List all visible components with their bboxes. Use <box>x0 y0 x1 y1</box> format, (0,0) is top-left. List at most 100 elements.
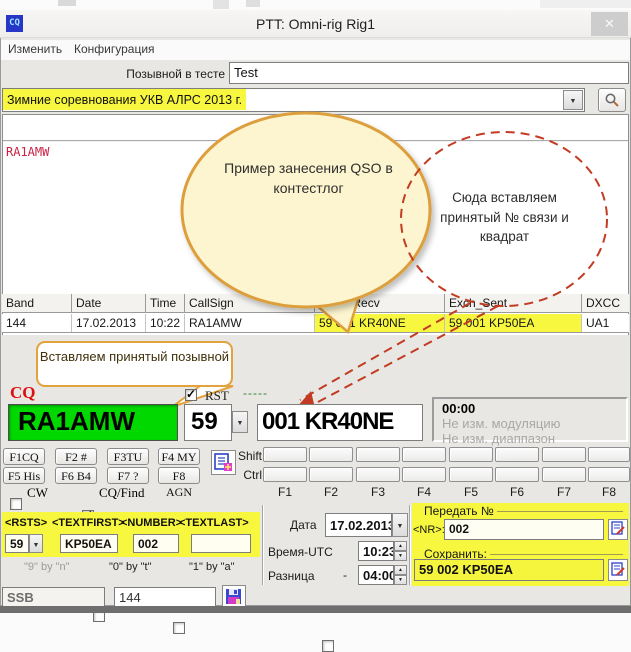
ctrl-f6-button[interactable] <box>495 467 539 482</box>
shift-f8-button[interactable] <box>588 447 630 462</box>
textlast-input[interactable] <box>191 534 251 553</box>
save-icon <box>225 588 243 606</box>
date-input[interactable]: 17.02.2013 <box>325 513 392 537</box>
textfirst-input[interactable]: KP50EA <box>60 534 118 553</box>
diff-checkbox[interactable] <box>322 640 334 652</box>
ctrl-f7-button[interactable] <box>542 467 586 482</box>
date-dropdown-icon[interactable]: ▼ <box>392 513 408 537</box>
cw-checkbox[interactable] <box>10 498 22 510</box>
column-header[interactable]: CallSign <box>185 294 315 313</box>
shift-f1-button[interactable] <box>263 447 307 462</box>
f3tu-button[interactable]: F3TU <box>107 448 149 465</box>
ctrl-f2-button[interactable] <box>309 467 353 482</box>
diff-minus: - <box>343 568 347 582</box>
column-header[interactable]: Time <box>146 294 185 313</box>
nr-input[interactable]: 002 <box>444 519 604 540</box>
screenshot-root: CQ PTT: Omni-rig Rig1 ✕ Изменить Конфигу… <box>0 0 631 613</box>
exchange-input[interactable]: 001 KR40NE <box>257 404 423 441</box>
f6b4-button[interactable]: F6 B4 <box>55 467 97 484</box>
test-callsign-input[interactable]: Test <box>229 62 629 84</box>
column-header[interactable]: Date <box>72 294 146 313</box>
cw-label: CW <box>27 485 48 501</box>
background-window-fragment <box>246 0 260 7</box>
ctrl-f4-button[interactable] <box>402 467 446 482</box>
callsign-input[interactable]: RA1AMW <box>8 404 178 441</box>
close-icon[interactable]: ✕ <box>591 12 628 36</box>
f2-button[interactable]: F2 # <box>55 448 97 465</box>
column-header[interactable]: Band <box>2 294 72 313</box>
status-band: Не изм. диаппазон <box>442 431 618 446</box>
shift-f3-button[interactable] <box>356 447 400 462</box>
shift-f4-button[interactable] <box>402 447 446 462</box>
utc-spinner[interactable]: ▲▼ <box>394 541 407 561</box>
cell-exch-sent: 59 001 KP50EA <box>445 314 582 332</box>
mode-field[interactable]: SSB <box>2 587 105 608</box>
date-label: Дата <box>290 518 317 532</box>
save-exchange-button[interactable] <box>608 559 628 581</box>
rsts-dropdown-icon[interactable]: ▼ <box>29 534 43 553</box>
menu-item-edit[interactable]: Изменить <box>8 42 62 56</box>
fn-label: F8 <box>588 485 630 499</box>
group-line <box>490 554 623 555</box>
table-row[interactable]: 144 17.02.2013 10:22 RA1AMW 59 001 KR40N… <box>2 314 629 333</box>
edit-note-icon <box>611 562 625 577</box>
log-preview-callsign: RA1AMW <box>6 145 49 159</box>
search-contest-button[interactable] <box>598 88 626 112</box>
contest-dropdown-icon[interactable]: ▼ <box>563 90 583 110</box>
utc-input[interactable]: 10:23 <box>358 541 394 561</box>
column-header[interactable]: Exch_Recv <box>315 294 445 313</box>
band-field[interactable]: 144 <box>114 587 216 608</box>
shift-f5-button[interactable] <box>449 447 493 462</box>
log-divider <box>3 140 628 142</box>
shift-label: Shift <box>228 449 262 463</box>
taskbar-strip <box>0 606 631 613</box>
ctrl-f1-button[interactable] <box>263 467 307 482</box>
ctrl-f5-button[interactable] <box>449 467 493 482</box>
background-window-fragment <box>540 0 631 8</box>
contest-combobox[interactable]: Зимние соревнования УКВ АЛРС 2013 г. <box>2 88 585 112</box>
one-by-a-checkbox[interactable] <box>173 622 185 634</box>
shift-f2-button[interactable] <box>309 447 353 462</box>
cell-band: 144 <box>2 314 72 332</box>
ctrl-label: Ctrl <box>228 468 262 482</box>
number-input[interactable]: 002 <box>133 534 179 553</box>
shift-f7-button[interactable] <box>542 447 586 462</box>
rst-checkbox[interactable] <box>185 389 197 401</box>
save-input[interactable]: 59 002 KP50EA <box>414 559 604 581</box>
rig-status-panel: 00:00 Не изм. модуляцию Не изм. диаппазо… <box>432 397 628 442</box>
fn-label: F2 <box>309 485 353 499</box>
fn-label: F6 <box>495 485 539 499</box>
f4my-button[interactable]: F4 MY <box>158 448 200 465</box>
rst-input[interactable]: 59 <box>184 404 232 441</box>
diff-label: Разница <box>268 569 315 583</box>
menu-item-config[interactable]: Конфигурация <box>74 42 155 56</box>
rst-dropdown-icon[interactable]: ▼ <box>232 411 248 433</box>
fn-label: F4 <box>402 485 446 499</box>
send-nr-button[interactable] <box>608 519 628 540</box>
fn-label: F7 <box>542 485 586 499</box>
ctrl-f3-button[interactable] <box>356 467 400 482</box>
number-header: <NUMBER> <box>121 517 182 529</box>
cell-callsign: RA1AMW <box>185 314 315 332</box>
ctrl-f8-button[interactable] <box>588 467 630 482</box>
zero-by-t-label: "0" by "t" <box>109 561 152 573</box>
f8agn-button[interactable]: F8 AGN <box>158 467 200 484</box>
fn-label: F1 <box>263 485 307 499</box>
group-line <box>497 511 623 512</box>
cell-dxcc: UA1 <box>582 314 629 332</box>
shift-f6-button[interactable] <box>495 447 539 462</box>
column-header[interactable]: Exch_Sent <box>445 294 582 313</box>
rsts-select[interactable]: 59 <box>5 534 29 553</box>
f5his-button[interactable]: F5 His <box>3 467 45 484</box>
column-header[interactable]: DXCC <box>582 294 629 313</box>
cell-exch-recv: 59 001 KR40NE <box>315 314 445 332</box>
diff-spinner[interactable]: ▲▼ <box>394 565 407 585</box>
diff-input[interactable]: 04:00 <box>358 565 394 585</box>
f7-button[interactable]: F7 ? <box>107 467 149 484</box>
cell-time: 10:22 <box>146 314 185 332</box>
f1cq-button[interactable]: F1CQ <box>3 448 45 465</box>
contest-name: Зимние соревнования УКВ АЛРС 2013 г. <box>3 89 246 110</box>
edit-note-icon <box>611 521 625 536</box>
utc-label: Время-UTC <box>268 545 333 559</box>
test-callsign-label: Позывной в тесте <box>100 67 225 81</box>
